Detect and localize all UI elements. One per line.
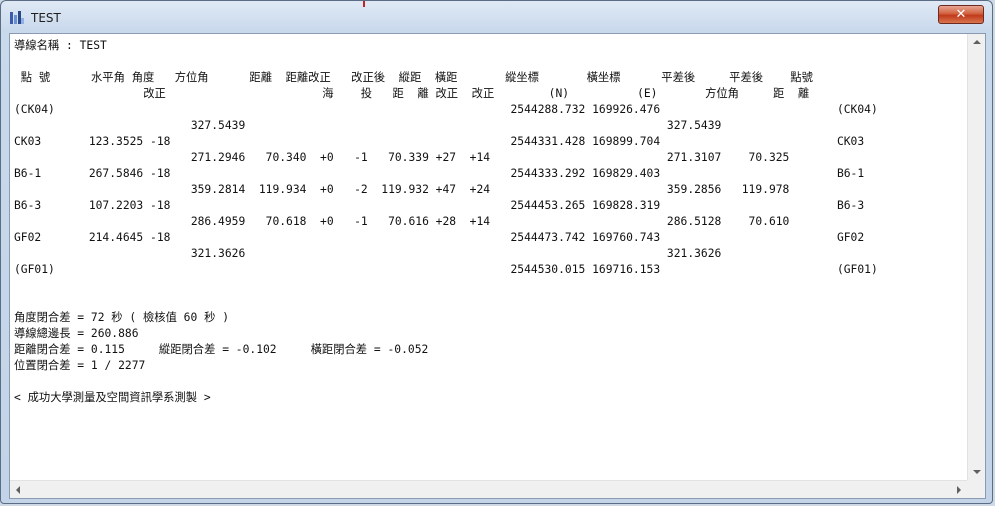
report-line: 271.2946 70.340 +0 -1 70.339 +27 +14 271… <box>14 151 790 164</box>
horizontal-scrollbar[interactable] <box>10 480 967 498</box>
report-line: 327.5439 327.5439 <box>14 119 722 132</box>
report-text-area[interactable]: 導線名稱 : TEST 點 號 水平角 角度 方位角 距離 距離改正 改正後 縱… <box>10 34 967 480</box>
scroll-left-icon[interactable] <box>16 486 20 494</box>
window-title: TEST <box>31 11 61 25</box>
report-line: 位置閉合差 = 1 / 2277 <box>14 359 146 372</box>
report-line: 286.4959 70.618 +0 -1 70.616 +28 +14 286… <box>14 215 790 228</box>
report-line: (GF01) 2544530.015 169716.153 (GF01) <box>14 263 878 276</box>
report-line: < 成功大學測量及空間資訊學系測製 > <box>14 391 211 404</box>
traverse-app-icon <box>10 11 24 24</box>
report-line: GF02 214.4645 -18 2544473.742 169760.743… <box>14 231 865 244</box>
report-line: 導線名稱 : TEST <box>14 39 107 52</box>
report-line: CK03 123.3525 -18 2544331.428 169899.704… <box>14 135 865 148</box>
report-line: B6-3 107.2203 -18 2544453.265 169828.319… <box>14 199 865 212</box>
app-window: TEST ✕ 導線名稱 : TEST 點 號 水平角 角度 方位角 距離 距離改… <box>0 0 993 504</box>
scrollbar-corner <box>967 480 985 498</box>
report-line: 321.3626 321.3626 <box>14 247 722 260</box>
scroll-down-icon[interactable] <box>973 470 981 474</box>
vertical-scrollbar[interactable] <box>967 34 985 480</box>
scroll-up-icon[interactable] <box>973 40 981 44</box>
report-line: B6-1 267.5846 -18 2544333.292 169829.403… <box>14 167 865 180</box>
report-line: 距離閉合差 = 0.115 縱距閉合差 = -0.102 橫距閉合差 = -0.… <box>14 343 429 356</box>
report-line: 點 號 水平角 角度 方位角 距離 距離改正 改正後 縱距 橫距 縱坐標 橫坐標… <box>14 71 813 84</box>
close-icon: ✕ <box>955 7 967 22</box>
report-line: 359.2814 119.934 +0 -2 119.932 +47 +24 3… <box>14 183 790 196</box>
title-bar[interactable]: TEST ✕ <box>1 1 992 33</box>
close-button[interactable]: ✕ <box>938 5 984 24</box>
report-line: 改正 海 投 距 離 改正 改正 (N) (E) 方位角 距 離 <box>14 87 810 100</box>
report-text: 導線名稱 : TEST 點 號 水平角 角度 方位角 距離 距離改正 改正後 縱… <box>10 34 967 406</box>
report-line: 導線總邊長 = 260.886 <box>14 327 139 340</box>
scroll-right-icon[interactable] <box>957 486 961 494</box>
report-text-box[interactable]: 導線名稱 : TEST 點 號 水平角 角度 方位角 距離 距離改正 改正後 縱… <box>9 33 986 499</box>
report-line: 角度閉合差 = 72 秒 ( 檢核值 60 秒 ) <box>14 311 229 324</box>
report-line: (CK04) 2544288.732 169926.476 (CK04) <box>14 103 878 116</box>
